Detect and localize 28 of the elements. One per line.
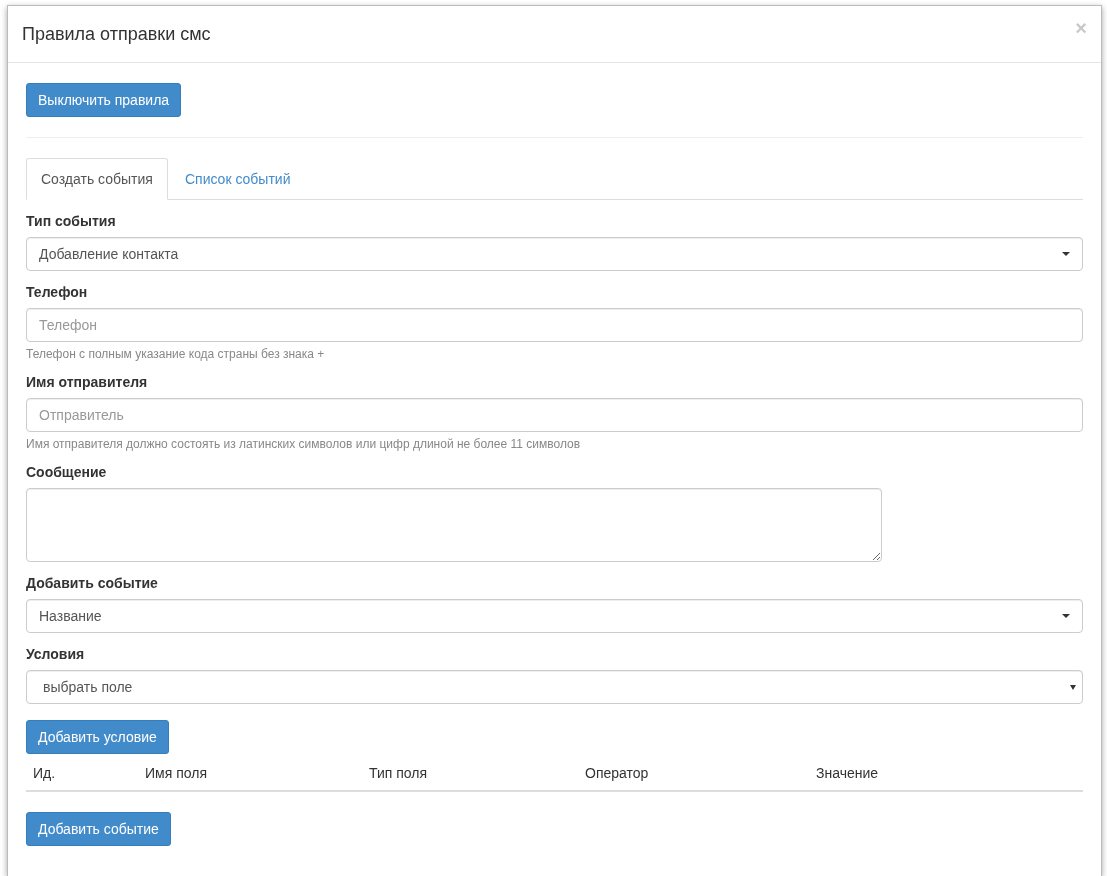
column-header: Имя поля xyxy=(145,765,208,781)
caret-icon xyxy=(1062,252,1070,256)
tab[interactable]: Создать события xyxy=(26,158,168,200)
message-textarea[interactable] xyxy=(26,488,882,562)
field-label: Добавить событие xyxy=(26,575,159,591)
caret-icon xyxy=(1062,614,1070,618)
tab[interactable]: Список событий xyxy=(169,158,306,200)
column-header: Оператор xyxy=(585,765,650,781)
column-header: Тип поля xyxy=(369,765,429,781)
help-text: Имя отправителя должно состоять из латинских символов или цифр длиной не более 11 символов xyxy=(26,437,582,451)
add-condition-button[interactable]: Добавить условие xyxy=(26,720,169,754)
field-label: Имя отправителя xyxy=(26,374,149,390)
caret-icon xyxy=(1070,684,1076,690)
column-header: Ид. xyxy=(33,765,57,781)
add-event-button[interactable]: Добавить событие xyxy=(26,812,171,846)
disable-rules-button[interactable]: Выключить правила xyxy=(26,83,182,117)
field-label: Телефон xyxy=(26,284,89,300)
select-field[interactable]: Название xyxy=(26,599,1083,633)
select-field[interactable]: выбрать поле xyxy=(26,670,1083,704)
input-field[interactable]: Отправитель xyxy=(26,398,1083,432)
window-title: Правила отправки смс xyxy=(22,23,211,45)
field-label: Тип события xyxy=(26,213,117,229)
column-header: Значение xyxy=(816,765,880,781)
field-label: Условия xyxy=(26,646,86,662)
input-field[interactable]: Телефон xyxy=(26,308,1083,342)
field-label: Сообщение xyxy=(26,464,108,480)
select-field[interactable]: Добавление контакта xyxy=(26,237,1083,271)
help-text: Телефон с полным указание кода страны без знака + xyxy=(26,347,326,361)
